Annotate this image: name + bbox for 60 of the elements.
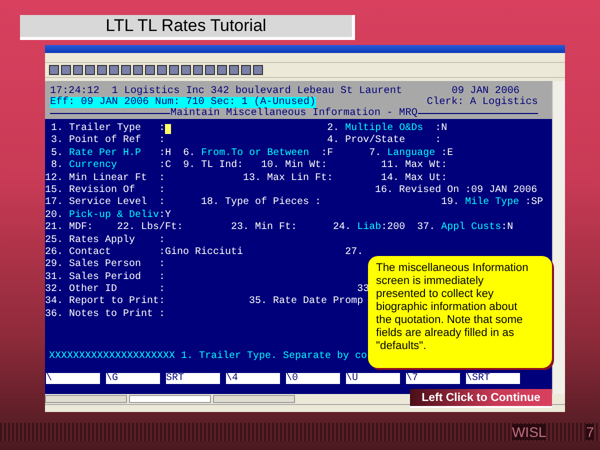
- function-key-field[interactable]: \U: [346, 373, 400, 384]
- slide-title: LTL TL Rates Tutorial: [20, 15, 355, 40]
- function-key-field[interactable]: \: [46, 373, 100, 384]
- field-label: 1. Trailer Type :: [51, 123, 166, 134]
- field-label: 5.: [51, 148, 64, 160]
- field-label: 31. Sales Period :: [45, 272, 166, 284]
- field-label: 34. Report to Print:: [45, 296, 166, 308]
- field-label: 26. Contact :Gino Ricciuti: [45, 246, 244, 258]
- field-label: 12. Min Linear Ft : 13. Max Lin Ft: 14. Max Ut:: [45, 172, 448, 184]
- field-label: :C 9. TL Ind: 10. Min Wt: 11. Max Wt:: [159, 160, 448, 172]
- field-label-highlight: Mile Type: [465, 197, 520, 210]
- field-label: 15. Revision Of : 16. Revised On :09 JAN 2006: [45, 184, 538, 196]
- screen-title: Maintain Miscellaneous Information - MRQ: [170, 108, 418, 119]
- text-cursor: [165, 124, 172, 134]
- header-line: 17:24:12 1 Logistics Inc 342 boulevard Lebeau St Laurent 09 JAN 2006: [50, 86, 520, 97]
- field-label: 25. Rates Apply :: [45, 234, 166, 246]
- field-label-highlight: Liab: [357, 222, 382, 235]
- function-key-field[interactable]: \4: [226, 373, 280, 384]
- field-label: :200 37.: [381, 222, 436, 235]
- callout-note: The miscellaneous Information screen is immediately presented to collect key biographic information about the quotation. Note that some fields are already filled in as "defaults".: [368, 256, 552, 368]
- field-label-highlight: Language: [387, 148, 436, 160]
- function-key-field[interactable]: \0: [286, 373, 340, 384]
- task-tab[interactable]: [45, 395, 127, 403]
- field-label: 8.: [51, 160, 64, 173]
- footer-label: WISL: [512, 424, 546, 440]
- task-tab[interactable]: [213, 395, 295, 403]
- clerk-label: Clerk: A Logistics: [426, 97, 538, 108]
- field-label-highlight: Rate Per H.P: [69, 148, 142, 160]
- field-label: 36. Notes to Print :: [45, 308, 166, 322]
- field-label: :SP: [525, 197, 544, 210]
- field-label-highlight: Currency: [69, 160, 118, 172]
- function-key-field[interactable]: \SRT: [466, 373, 520, 384]
- field-label: 35. Rate Date Promp: [249, 296, 364, 309]
- field-label-highlight: Pick-up & Deliv: [69, 210, 160, 222]
- field-label-highlight: Appl Custs: [441, 222, 502, 235]
- function-key-field[interactable]: \7: [406, 373, 460, 384]
- help-message: XXXXXXXXXXXXXXXXXXXXX 1. Trailer Type. Separate by co: [48, 351, 368, 364]
- field-label: 33: [357, 284, 370, 296]
- field-label: 17. Service Level : 18. Type of Pieces : 19.: [45, 197, 460, 210]
- continue-button[interactable]: Left Click to Continue: [410, 389, 552, 408]
- field-label: 32. Other ID :: [45, 284, 166, 296]
- field-label: 3. Point of Ref :: [51, 135, 166, 148]
- field-label: 29. Sales Person :: [45, 259, 166, 272]
- field-label: 21. MDF: 22. Lbs/Ft: 23. Min Ft: 24.: [45, 222, 352, 234]
- function-key-field[interactable]: SRT: [166, 373, 220, 384]
- field-label: :H 6.: [159, 148, 196, 160]
- field-label: :N: [435, 123, 448, 136]
- field-label: :E: [441, 148, 454, 160]
- field-label: 20.: [45, 210, 64, 222]
- field-label: 4. Prov/State :: [327, 135, 442, 148]
- field-label: :Y: [159, 210, 172, 222]
- field-label-highlight: Multiple O&Ds: [345, 123, 424, 134]
- field-label-highlight: From.To or Between: [201, 148, 310, 160]
- field-label: :N: [501, 222, 514, 235]
- task-tab[interactable]: [129, 395, 211, 403]
- field-label: 2.: [327, 123, 340, 135]
- page-number: 7: [586, 424, 594, 440]
- field-label: :F 7.: [321, 148, 382, 160]
- field-label: 27.: [345, 246, 364, 260]
- function-key-field[interactable]: \G: [106, 373, 160, 384]
